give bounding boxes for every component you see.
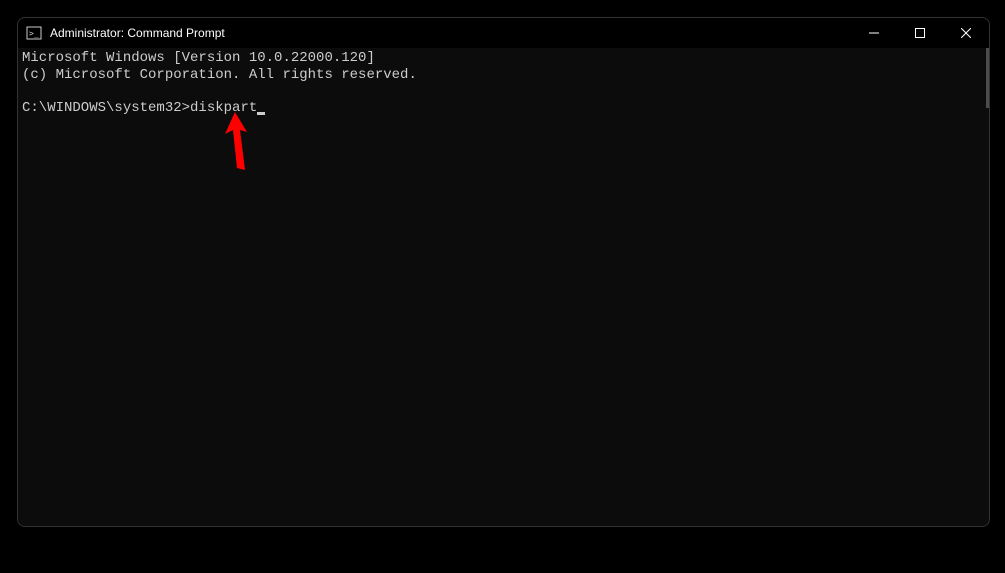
copyright-line: (c) Microsoft Corporation. All rights re… — [22, 67, 417, 83]
command-prompt-window: >_ Administrator: Command Prompt — [17, 17, 990, 527]
typed-command: diskpart — [190, 100, 257, 116]
scrollbar-thumb[interactable] — [986, 48, 989, 108]
maximize-button[interactable] — [897, 18, 943, 48]
terminal-output[interactable]: Microsoft Windows [Version 10.0.22000.12… — [18, 48, 989, 526]
cursor — [257, 112, 265, 115]
titlebar[interactable]: >_ Administrator: Command Prompt — [18, 18, 989, 48]
cmd-icon: >_ — [26, 25, 42, 41]
svg-text:>_: >_ — [29, 29, 39, 38]
version-line: Microsoft Windows [Version 10.0.22000.12… — [22, 50, 375, 66]
minimize-button[interactable] — [851, 18, 897, 48]
window-title: Administrator: Command Prompt — [50, 26, 851, 40]
prompt-path: C:\WINDOWS\system32> — [22, 100, 190, 116]
close-button[interactable] — [943, 18, 989, 48]
window-controls — [851, 18, 989, 48]
